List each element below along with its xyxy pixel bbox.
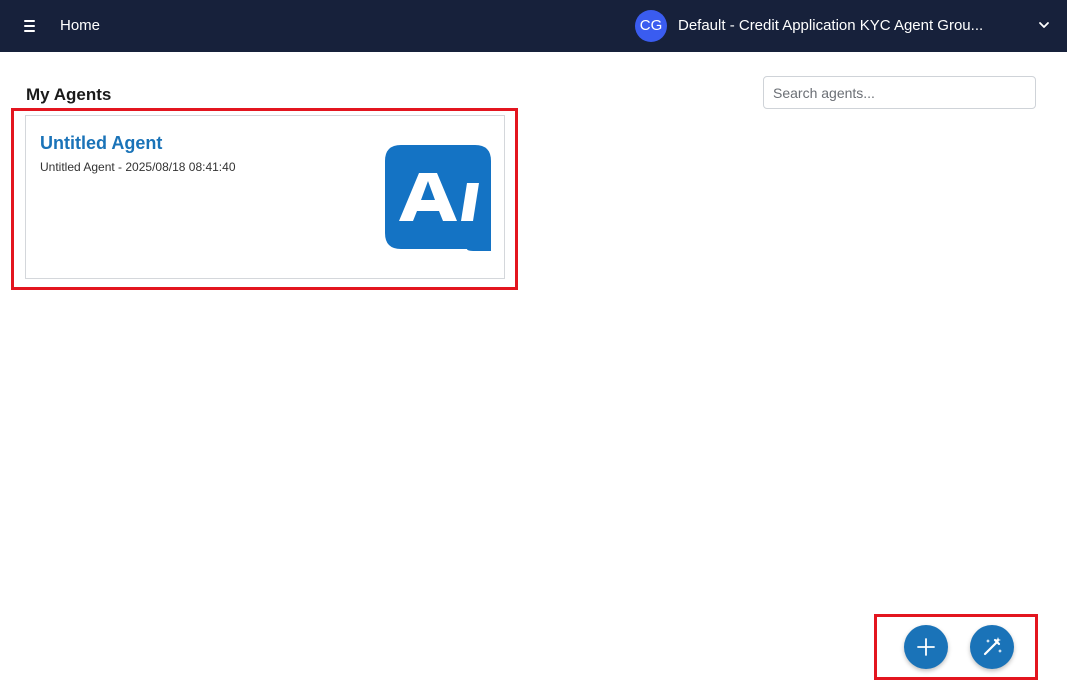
agent-card[interactable]: Untitled Agent Untitled Agent - 2025/08/… <box>25 115 505 279</box>
magic-wand-icon <box>983 637 1002 656</box>
agent-meta: Untitled Agent - 2025/08/18 08:41:40 <box>40 160 236 174</box>
avatar: CG <box>635 10 667 42</box>
top-navigation-bar: Home CG Default - Credit Application KYC… <box>0 0 1067 52</box>
chevron-down-icon[interactable] <box>1037 18 1051 32</box>
magic-create-button[interactable] <box>970 625 1014 669</box>
ai-logo-icon <box>385 145 491 251</box>
agent-name-link[interactable]: Untitled Agent <box>40 132 162 154</box>
plus-icon <box>917 638 935 656</box>
search-input[interactable] <box>763 76 1036 109</box>
workspace-name: Default - Credit Application KYC Agent G… <box>678 17 984 34</box>
section-title: My Agents <box>26 85 112 104</box>
workspace-selector[interactable]: CG Default - Credit Application KYC Agen… <box>635 10 1055 42</box>
add-agent-button[interactable] <box>904 625 948 669</box>
hamburger-menu-icon[interactable] <box>22 18 38 34</box>
page-title: Home <box>60 17 101 34</box>
